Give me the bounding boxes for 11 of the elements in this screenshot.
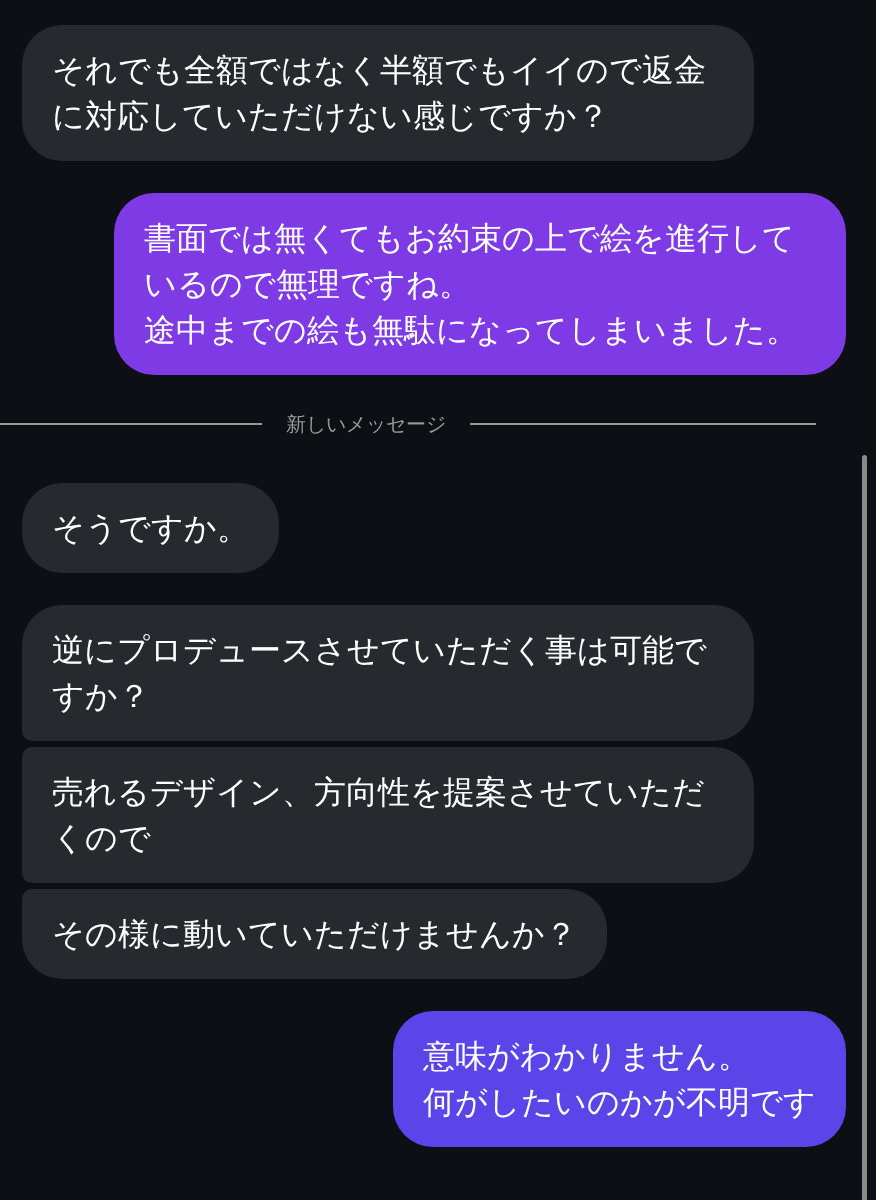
message-text: 何がしたいのかが不明です [423, 1082, 816, 1123]
message-text: 書面では無くてもお約束の上で絵を進行しているので無理ですね。 [144, 218, 796, 305]
message-text: 途中までの絵も無駄になってしまいました。 [144, 310, 799, 351]
message-text: 逆にプロデュースさせていただく事は可能ですか？ [52, 630, 708, 717]
message-text: 売れるデザイン、方向性を提案させていただくので [52, 772, 706, 859]
scrollbar[interactable] [862, 455, 867, 1200]
message-text: その様に動いていただけませんか？ [52, 914, 577, 955]
message-text: そうですか。 [52, 508, 249, 549]
message-text: それでも全額ではなく半額でもイイので返金に対応していただけない感じですか？ [52, 50, 707, 137]
message-text: 意味がわかりません。 [423, 1036, 751, 1077]
new-messages-divider-label: 新しいメッセージ [286, 411, 446, 438]
